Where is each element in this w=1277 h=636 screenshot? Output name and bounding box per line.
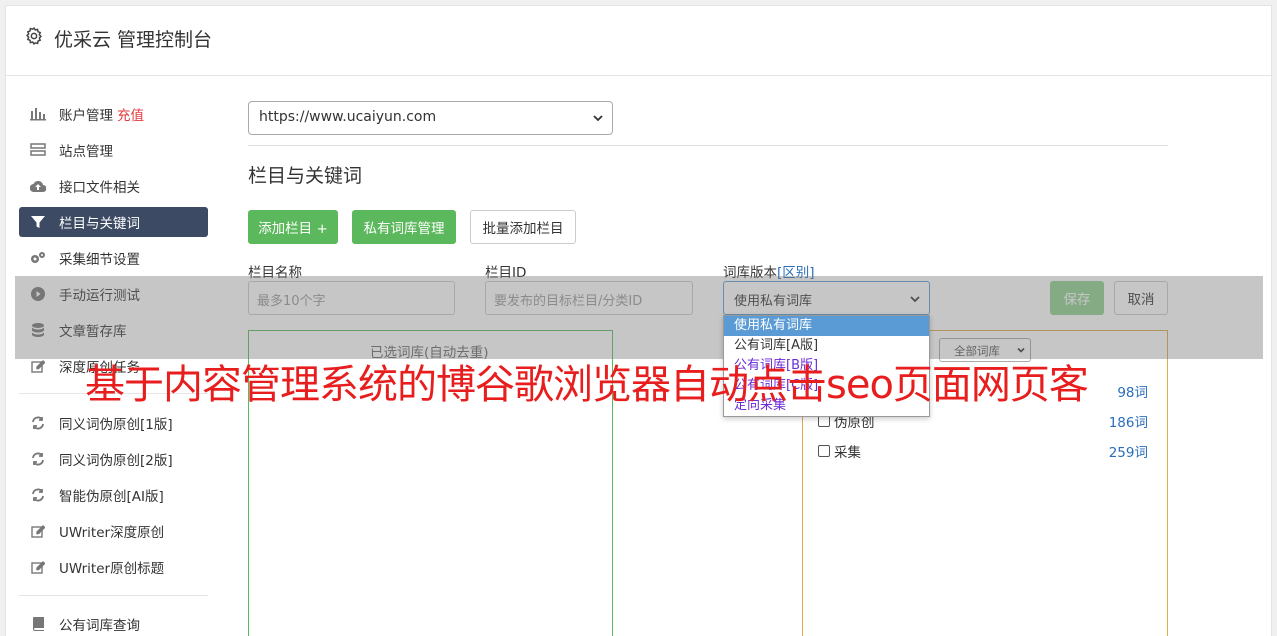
- sidebar-item-uwriter-title[interactable]: UWriter原创标题: [19, 552, 208, 582]
- lib-row[interactable]: 采集 259词: [818, 441, 1148, 461]
- bar-chart-icon: [30, 106, 46, 122]
- sidebar-item-label: 同义词伪原创[2版]: [59, 453, 173, 469]
- cloud-upload-icon: [30, 178, 46, 194]
- refresh-icon: [30, 487, 46, 503]
- sidebar-item-label: UWriter深度原创: [59, 525, 165, 541]
- sidebar-item-public-lib-query[interactable]: 公有词库查询: [19, 609, 208, 636]
- sidebar-item-label: UWriter原创标题: [59, 561, 165, 577]
- site-url-value: https://www.ucaiyun.com: [259, 109, 437, 125]
- edit-icon: [30, 559, 46, 575]
- cogs-icon: [30, 250, 46, 266]
- divider: [248, 145, 1168, 146]
- filter-icon: [30, 214, 46, 230]
- sidebar-item-synonym-v2[interactable]: 同义词伪原创[2版]: [19, 444, 208, 474]
- overlay-band: [15, 276, 1263, 359]
- sidebar-item-collect-settings[interactable]: 采集细节设置: [19, 243, 208, 273]
- page-header: 优采云 管理控制台: [6, 6, 1271, 76]
- book-icon: [30, 616, 46, 632]
- sidebar-item-columns-keywords[interactable]: 栏目与关键词: [19, 207, 208, 237]
- sidebar-item-synonym-v1[interactable]: 同义词伪原创[1版]: [19, 408, 208, 438]
- lib-checkbox[interactable]: [818, 445, 830, 457]
- sidebar-item-label: 栏目与关键词: [59, 216, 140, 232]
- sidebar-item-sites[interactable]: 站点管理: [19, 135, 208, 165]
- section-title: 栏目与关键词: [248, 165, 363, 187]
- sidebar-item-label: 智能伪原创[AI版]: [59, 489, 164, 505]
- edit-icon: [30, 358, 46, 374]
- sidebar-item-ai-rewrite[interactable]: 智能伪原创[AI版]: [19, 480, 208, 510]
- watermark-text: 基于内容管理系统的博谷歌浏览器自动点击seo页面网页客: [85, 362, 1089, 408]
- sidebar-item-interface-files[interactable]: 接口文件相关: [19, 171, 208, 201]
- sidebar-item-uwriter-deep[interactable]: UWriter深度原创: [19, 516, 208, 546]
- lib-count[interactable]: 186词: [1109, 411, 1148, 431]
- recharge-link[interactable]: 充值: [117, 104, 144, 124]
- lib-count[interactable]: 259词: [1109, 441, 1148, 461]
- sidebar-item-label: 公有词库查询: [59, 618, 140, 634]
- sidebar-item-label: 采集细节设置: [59, 252, 140, 268]
- lib-count[interactable]: 98词: [1117, 381, 1148, 401]
- private-lib-button[interactable]: 私有词库管理: [352, 210, 456, 244]
- sidebar-divider: [19, 595, 208, 596]
- add-column-button[interactable]: 添加栏目 +: [248, 210, 338, 244]
- batch-add-button[interactable]: 批量添加栏目: [470, 210, 576, 244]
- chevron-down-icon: [593, 115, 603, 122]
- dropdown-option[interactable]: 使用私有词库: [724, 316, 929, 336]
- server-icon: [30, 142, 46, 158]
- refresh-icon: [30, 451, 46, 467]
- refresh-icon: [30, 415, 46, 431]
- page-title: 优采云 管理控制台: [54, 29, 213, 51]
- sidebar-item-label: 同义词伪原创[1版]: [59, 417, 173, 433]
- gear-icon: [26, 26, 42, 46]
- sidebar-item-account[interactable]: 账户管理 充值: [19, 99, 208, 129]
- lib-name: 采集: [834, 445, 861, 461]
- sidebar-item-label: 接口文件相关: [59, 180, 140, 196]
- sidebar-item-label: 站点管理: [59, 144, 113, 160]
- sidebar-item-label: 账户管理: [59, 108, 113, 124]
- site-url-select[interactable]: https://www.ucaiyun.com: [248, 101, 613, 135]
- edit-icon: [30, 523, 46, 539]
